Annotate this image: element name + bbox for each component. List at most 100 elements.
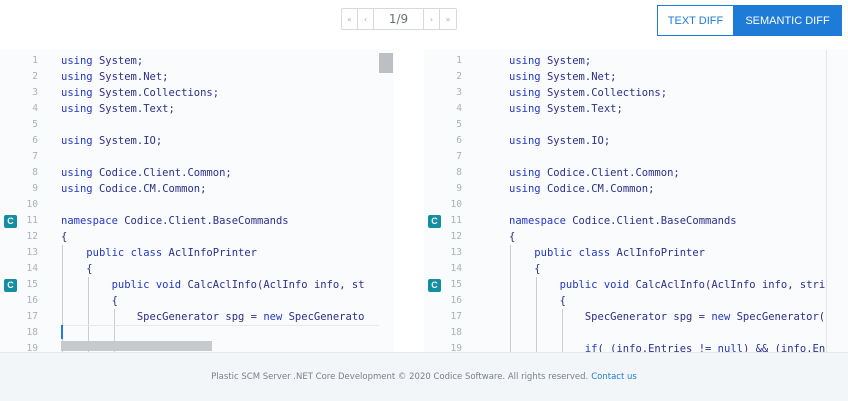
line-number: 2 [456, 71, 462, 82]
text-cursor [61, 325, 63, 339]
code-text: public void CalcAclInfo(AclInfo info, st [111, 279, 365, 291]
line-number: 18 [26, 327, 38, 338]
code-line: C 15 public void CalcAclInfo(AclInfo info… [424, 277, 848, 293]
code-line: 1 using System; [424, 53, 848, 69]
diff-pager: « ‹ 1/9 › » [341, 8, 457, 30]
code-text: namespace Codice.Client.BaseCommands [509, 215, 737, 227]
line-number: 1 [456, 55, 462, 66]
code-line: C 11 namespace Codice.Client.BaseCommands [0, 213, 394, 229]
last-diff-button[interactable]: » [440, 9, 456, 29]
line-number: 9 [32, 183, 38, 194]
line-number: 15 [26, 279, 38, 290]
left-code-pane[interactable]: 1 using System; 2 using System.Net; 3 using S… [0, 50, 394, 352]
code-line: 2 using System.Net; [424, 69, 848, 85]
code-text: using System.Text; [61, 103, 175, 115]
line-number: 12 [26, 231, 38, 242]
code-line: 10 [0, 197, 394, 213]
code-line: 19 if( (info.Entries != null) && (info.E… [424, 341, 848, 352]
line-number: 10 [26, 199, 38, 210]
left-horizontal-scroll-thumb[interactable] [61, 341, 212, 351]
code-line: 14 { [424, 261, 848, 277]
code-text: using Codice.Client.Common; [61, 167, 232, 179]
code-line: 13 public class AclInfoPrinter [0, 245, 394, 261]
code-line: 16 { [424, 293, 848, 309]
left-code-lines: 1 using System; 2 using System.Net; 3 using S… [0, 53, 394, 352]
code-line: 3 using System.Collections; [0, 85, 394, 101]
line-number: 2 [32, 71, 38, 82]
code-text: if( (info.Entries != null) && (info.En [584, 343, 826, 352]
indent-guide [510, 245, 511, 352]
left-vertical-scroll-thumb[interactable] [379, 53, 393, 73]
left-vertical-scrollbar[interactable] [379, 50, 394, 352]
text-diff-button[interactable]: TEXT DIFF [657, 5, 733, 36]
line-number: 14 [26, 263, 38, 274]
code-line: 6 using System.IO; [0, 133, 394, 149]
line-number: 8 [32, 167, 38, 178]
line-number: 1 [32, 55, 38, 66]
code-line: 8 using Codice.Client.Common; [424, 165, 848, 181]
line-number: 11 [26, 215, 38, 226]
code-line: 2 using System.Net; [0, 69, 394, 85]
code-line: 7 [424, 149, 848, 165]
code-text: using Codice.CM.Common; [61, 183, 207, 195]
line-number: 16 [26, 295, 38, 306]
code-line: 18 [0, 325, 394, 341]
code-text: using System.Net; [61, 71, 169, 83]
line-number: 4 [32, 103, 38, 114]
current-line-highlight [61, 325, 379, 326]
code-line: 14 { [0, 261, 394, 277]
diff-mode-toggle: TEXT DIFF SEMANTIC DIFF [657, 5, 842, 36]
code-text: using System.Text; [509, 103, 623, 115]
right-vertical-scrollbar[interactable] [826, 50, 827, 352]
right-code-pane[interactable]: 1 using System; 2 using System.Net; 3 using S… [424, 50, 848, 352]
line-number: 12 [450, 231, 462, 242]
code-line: 3 using System.Collections; [424, 85, 848, 101]
code-text: SpecGenerator spg = new SpecGenerator( [584, 311, 826, 323]
code-line: 1 using System; [0, 53, 394, 69]
code-text: using System.Collections; [61, 87, 220, 99]
code-line: C 11 namespace Codice.Client.BaseCommands [424, 213, 848, 229]
line-number: 3 [456, 87, 462, 98]
code-line: 12 { [424, 229, 848, 245]
code-line: 18 [424, 325, 848, 341]
line-number: 19 [26, 343, 38, 352]
contact-us-link[interactable]: Contact us [591, 372, 637, 382]
diff-counter: 1/9 [374, 9, 424, 29]
next-diff-button[interactable]: › [424, 9, 440, 29]
indent-guide [536, 277, 537, 352]
line-number: 16 [450, 295, 462, 306]
page-footer: Plastic SCM Server .NET Core Development… [0, 352, 848, 401]
code-line: 9 using Codice.CM.Common; [424, 181, 848, 197]
code-text: using System; [61, 55, 144, 67]
line-number: 17 [26, 311, 38, 322]
code-line: 17 SpecGenerator spg = new SpecGenerato [0, 309, 394, 325]
code-line: 8 using Codice.Client.Common; [0, 165, 394, 181]
code-text: { [61, 231, 68, 243]
code-line: 9 using Codice.CM.Common; [0, 181, 394, 197]
line-number: 5 [32, 119, 38, 130]
line-number: 6 [456, 135, 462, 146]
code-line: 13 public class AclInfoPrinter [424, 245, 848, 261]
code-line: 5 [424, 117, 848, 133]
code-text: using System.Net; [509, 71, 617, 83]
line-number: 6 [32, 135, 38, 146]
line-number: 14 [450, 263, 462, 274]
line-number: 5 [456, 119, 462, 130]
code-text: public class AclInfoPrinter [534, 247, 706, 259]
code-text: using System; [509, 55, 592, 67]
line-number: 15 [450, 279, 462, 290]
line-number: 19 [450, 343, 462, 352]
code-text: { [61, 263, 93, 275]
code-line: 7 [0, 149, 394, 165]
first-diff-button[interactable]: « [342, 9, 358, 29]
line-number: 8 [456, 167, 462, 178]
line-number: 10 [450, 199, 462, 210]
code-text: using System.IO; [61, 135, 163, 147]
line-number: 18 [450, 327, 462, 338]
semantic-diff-button[interactable]: SEMANTIC DIFF [733, 5, 842, 36]
code-text: public void CalcAclInfo(AclInfo info, st… [559, 279, 826, 291]
line-number: 7 [32, 151, 38, 162]
code-text: namespace Codice.Client.BaseCommands [61, 215, 289, 227]
line-number: 9 [456, 183, 462, 194]
prev-diff-button[interactable]: ‹ [358, 9, 374, 29]
